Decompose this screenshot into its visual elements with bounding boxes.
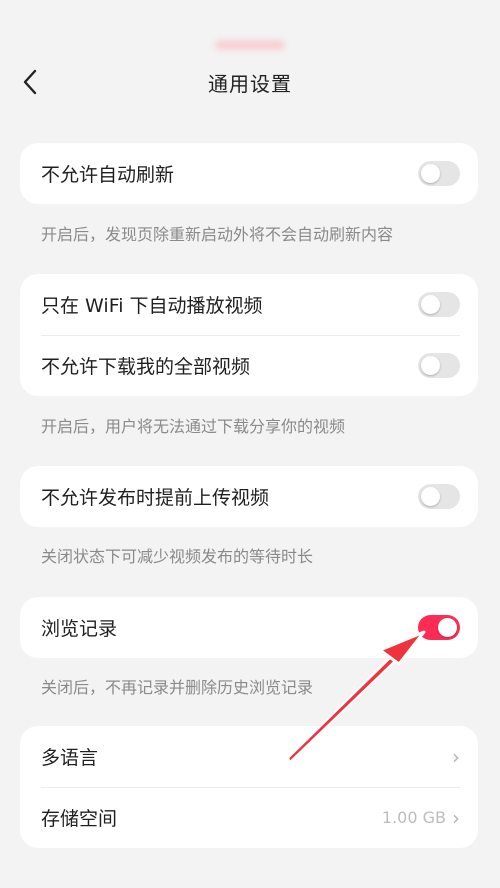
toggle-disallow-download[interactable] xyxy=(418,353,460,378)
setting-row-preupload: 不允许发布时提前上传视频 xyxy=(20,466,478,527)
toggle-wifi-autoplay[interactable] xyxy=(418,292,460,317)
hint-preupload: 关闭状态下可减少视频发布的等待时长 xyxy=(41,547,314,566)
setting-label: 多语言 xyxy=(41,747,99,769)
toggle-knob xyxy=(421,356,440,375)
page-title: 通用设置 xyxy=(208,71,292,96)
nav-header: 通用设置 xyxy=(0,50,500,114)
setting-row-wifi-autoplay: 只在 WiFi 下自动播放视频 xyxy=(20,274,478,335)
toggle-knob xyxy=(421,487,440,506)
settings-card-history: 浏览记录 xyxy=(20,597,478,658)
settings-card-more: 多语言 › 存储空间 1.00 GB › xyxy=(20,726,478,848)
toggle-knob xyxy=(438,618,457,637)
hint-history: 关闭后，不再记录并删除历史浏览记录 xyxy=(41,678,314,697)
setting-row-disallow-download: 不允许下载我的全部视频 xyxy=(20,335,478,396)
setting-row-storage[interactable]: 存储空间 1.00 GB › xyxy=(20,787,478,848)
hint-download: 开启后，用户将无法通过下载分享你的视频 xyxy=(41,417,346,436)
back-button[interactable] xyxy=(14,66,46,98)
hint-auto-refresh: 开启后，发现页除重新启动外将不会自动刷新内容 xyxy=(41,225,394,244)
toggle-browse-history[interactable] xyxy=(418,615,460,640)
setting-label: 不允许下载我的全部视频 xyxy=(41,356,251,378)
bottom-area xyxy=(0,855,500,888)
setting-label: 不允许自动刷新 xyxy=(41,164,175,186)
setting-label: 存储空间 xyxy=(41,808,118,830)
toggle-preupload[interactable] xyxy=(418,484,460,509)
setting-row-auto-refresh: 不允许自动刷新 xyxy=(20,143,478,204)
storage-value-group: 1.00 GB › xyxy=(382,806,460,830)
setting-label: 不允许发布时提前上传视频 xyxy=(41,487,270,509)
toggle-knob xyxy=(421,164,440,183)
setting-label: 只在 WiFi 下自动播放视频 xyxy=(41,295,263,317)
toggle-knob xyxy=(421,295,440,314)
chevron-right-icon: › xyxy=(452,805,460,830)
storage-value: 1.00 GB xyxy=(381,808,446,827)
top-decoration xyxy=(215,40,285,50)
settings-card-preupload: 不允许发布时提前上传视频 xyxy=(20,466,478,527)
chevron-right-icon: › xyxy=(452,744,460,769)
setting-row-language[interactable]: 多语言 › xyxy=(20,726,478,787)
settings-card-video: 只在 WiFi 下自动播放视频 不允许下载我的全部视频 xyxy=(20,274,478,396)
chevron-left-icon xyxy=(23,69,37,95)
settings-card-auto-refresh: 不允许自动刷新 xyxy=(20,143,478,204)
setting-label: 浏览记录 xyxy=(41,618,118,640)
setting-row-browse-history: 浏览记录 xyxy=(20,597,478,658)
toggle-auto-refresh[interactable] xyxy=(418,161,460,186)
